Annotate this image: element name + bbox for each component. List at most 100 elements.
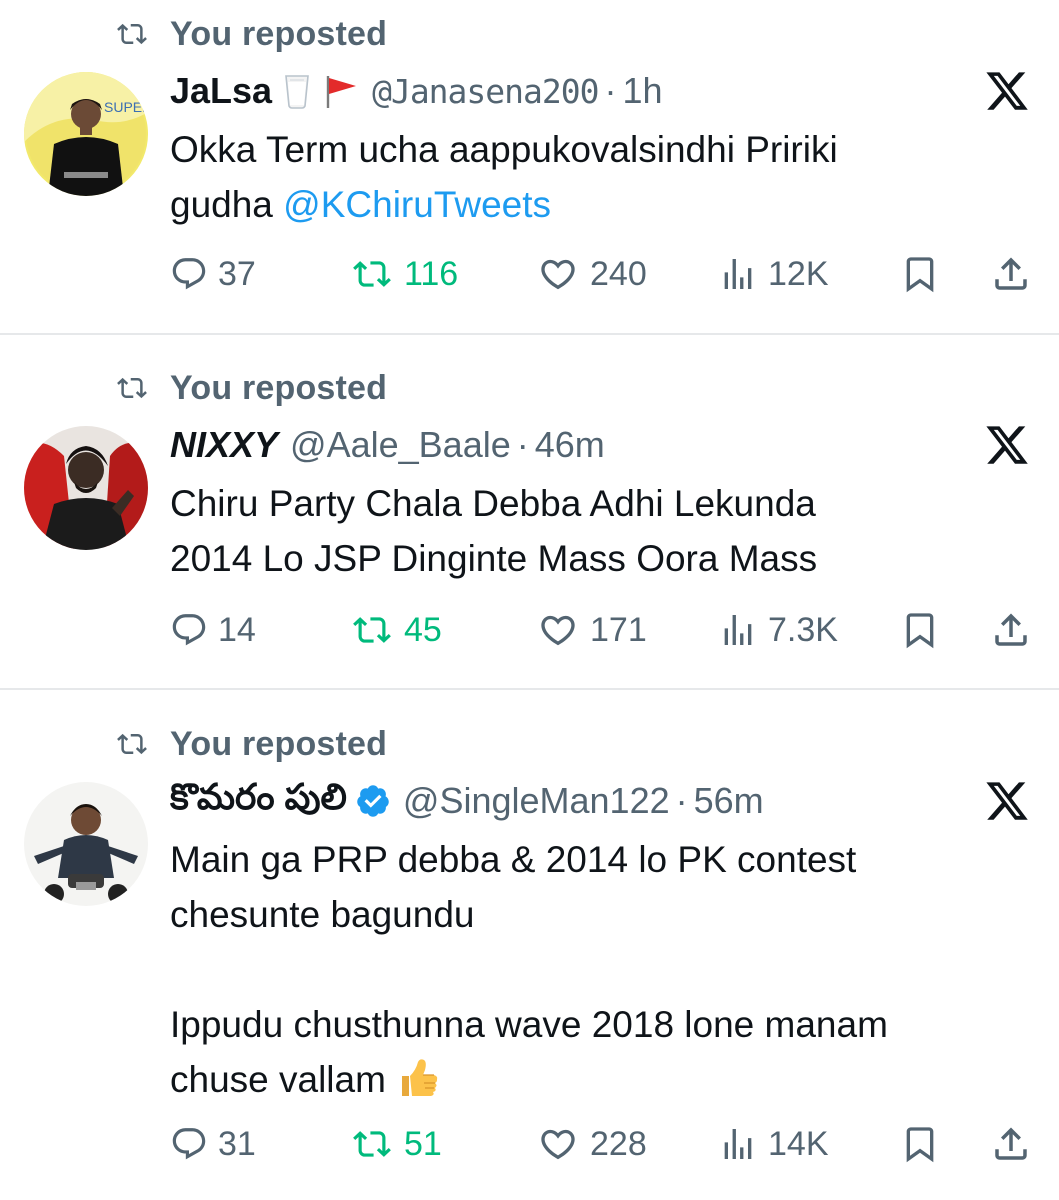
x-logo-icon xyxy=(982,422,1032,468)
display-name[interactable]: NIXXY xyxy=(170,424,278,466)
reply-icon xyxy=(170,1125,208,1163)
reply-button[interactable]: 14 xyxy=(170,600,256,660)
display-name[interactable]: కొమరం పులి xyxy=(170,776,347,827)
bookmark-button[interactable] xyxy=(900,600,940,660)
tweet-header: కొమరం పులి @SingleMan122 · 56m xyxy=(170,776,764,826)
like-count: 240 xyxy=(590,254,647,293)
repost-icon xyxy=(110,729,154,759)
timestamp[interactable]: 1h xyxy=(623,70,663,112)
timestamp[interactable]: 46m xyxy=(535,424,605,466)
action-bar: 14 45 171 7.3K xyxy=(170,600,1040,660)
reply-count: 37 xyxy=(218,254,256,293)
share-icon xyxy=(990,1123,1032,1165)
repost-icon xyxy=(350,611,394,649)
repost-count: 51 xyxy=(404,1124,442,1163)
thumbs-up-icon xyxy=(402,1059,438,1096)
action-bar: 31 51 228 14K xyxy=(170,1114,1040,1174)
handle[interactable]: @Janasena200 xyxy=(372,72,599,111)
tweet-text-line: 2014 Lo JSP Dinginte Mass Oora Mass xyxy=(170,538,818,579)
handle[interactable]: @Aale_Baale xyxy=(290,424,511,466)
share-icon xyxy=(990,609,1032,651)
tweet-text-line: gudha @KChiruTweets xyxy=(170,177,1030,232)
like-count: 228 xyxy=(590,1124,647,1163)
views-button[interactable]: 7.3K xyxy=(718,600,838,660)
milk-glass-icon xyxy=(285,75,309,109)
repost-indicator: You reposted xyxy=(110,724,387,764)
tweet-text: Okka Term ucha aappukovalsindhi Pririki … xyxy=(170,122,1030,232)
reply-count: 31 xyxy=(218,1124,256,1163)
x-logo-icon xyxy=(982,778,1032,824)
repost-indicator: You reposted xyxy=(110,14,387,54)
tweet-text: Chiru Party Chala Debba Adhi Lekunda 201… xyxy=(170,476,1030,586)
reply-icon xyxy=(170,611,208,649)
timestamp[interactable]: 56m xyxy=(694,780,764,822)
bookmark-icon xyxy=(900,609,940,651)
share-button[interactable] xyxy=(990,1114,1032,1174)
view-count: 12K xyxy=(768,254,829,293)
separator: · xyxy=(604,70,617,111)
tweet-1[interactable]: You reposted SUPER JaLsa @Janasena200 · … xyxy=(0,0,1059,334)
tweet-text-fragment: chuse vallam xyxy=(170,1059,397,1100)
avatar[interactable] xyxy=(24,426,148,550)
tweet-text-fragment: gudha xyxy=(170,184,284,225)
tweet-header: JaLsa @Janasena200 · 1h xyxy=(170,66,663,116)
share-button[interactable] xyxy=(990,600,1032,660)
x-logo-icon xyxy=(982,68,1032,114)
tweet-2[interactable]: You reposted NIXXY @Aale_Baale · 46m Chi… xyxy=(0,336,1059,688)
repost-indicator: You reposted xyxy=(110,368,387,408)
divider xyxy=(0,333,1059,335)
like-button[interactable]: 228 xyxy=(536,1114,647,1174)
verified-badge-icon xyxy=(357,785,389,817)
repost-icon xyxy=(110,19,154,49)
avatar[interactable]: SUPER xyxy=(24,72,148,196)
svg-text:SUPER: SUPER xyxy=(104,99,148,115)
reply-button[interactable]: 31 xyxy=(170,1114,256,1174)
heart-icon xyxy=(536,1124,580,1164)
share-button[interactable] xyxy=(990,244,1032,304)
mention-link[interactable]: @KChiruTweets xyxy=(283,184,551,225)
tweet-3[interactable]: You reposted కొమరం పులి @SingleMan122 · … xyxy=(0,690,1059,1200)
tweet-text-line: Main ga PRP debba & 2014 lo PK contest xyxy=(170,839,857,880)
tweet-text-line: Chiru Party Chala Debba Adhi Lekunda xyxy=(170,483,816,524)
repost-icon xyxy=(350,255,394,293)
repost-button[interactable]: 45 xyxy=(350,600,442,660)
bookmark-button[interactable] xyxy=(900,244,940,304)
repost-button[interactable]: 51 xyxy=(350,1114,442,1174)
like-button[interactable]: 240 xyxy=(536,244,647,304)
avatar[interactable] xyxy=(24,782,148,906)
repost-icon xyxy=(110,373,154,403)
like-button[interactable]: 171 xyxy=(536,600,647,660)
share-icon xyxy=(990,253,1032,295)
separator: · xyxy=(516,424,529,465)
repost-label: You reposted xyxy=(170,368,388,407)
display-name[interactable]: JaLsa xyxy=(170,70,272,112)
bookmark-icon xyxy=(900,253,940,295)
repost-label: You reposted xyxy=(170,14,388,53)
repost-label: You reposted xyxy=(170,724,388,763)
reply-button[interactable]: 37 xyxy=(170,244,256,304)
views-button[interactable]: 12K xyxy=(718,244,829,304)
bookmark-button[interactable] xyxy=(900,1114,940,1174)
like-count: 171 xyxy=(590,610,647,649)
view-count: 14K xyxy=(768,1124,829,1163)
tweet-text-line: chuse vallam xyxy=(170,1052,1030,1107)
views-button[interactable]: 14K xyxy=(718,1114,829,1174)
heart-icon xyxy=(536,254,580,294)
action-bar: 37 116 240 12K xyxy=(170,244,1040,304)
tweet-text-line: Okka Term ucha aappukovalsindhi Pririki xyxy=(170,129,838,170)
red-flag-icon xyxy=(326,76,357,108)
handle[interactable]: @SingleMan122 xyxy=(403,780,670,822)
tweet-header: NIXXY @Aale_Baale · 46m xyxy=(170,420,605,470)
separator: · xyxy=(675,780,688,821)
views-icon xyxy=(718,254,758,294)
tweet-text-line: chesunte bagundu xyxy=(170,894,475,935)
bookmark-icon xyxy=(900,1123,940,1165)
tweet-text-line: Ippudu chusthunna wave 2018 lone manam xyxy=(170,1004,888,1045)
reply-count: 14 xyxy=(218,610,256,649)
views-icon xyxy=(718,1124,758,1164)
repost-button[interactable]: 116 xyxy=(350,244,458,304)
repost-count: 116 xyxy=(404,254,459,293)
heart-icon xyxy=(536,610,580,650)
tweet-text: Main ga PRP debba & 2014 lo PK contest c… xyxy=(170,832,1030,1107)
